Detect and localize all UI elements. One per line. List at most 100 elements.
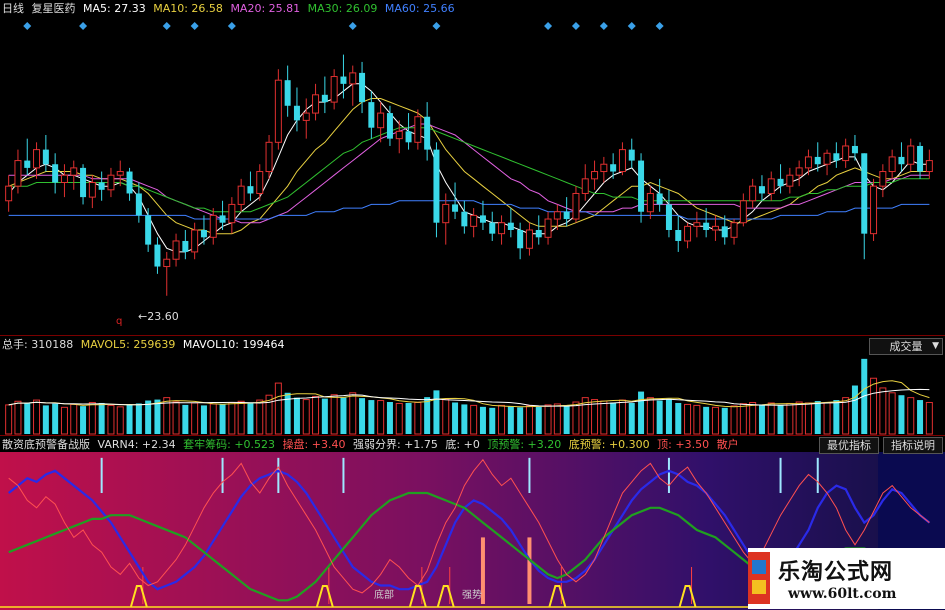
- volume-bar: [498, 404, 506, 435]
- best-indicator-button[interactable]: 最优指标: [819, 437, 879, 454]
- low-marker: q: [116, 316, 123, 327]
- candle-body: [898, 156, 905, 165]
- indicator-help-button[interactable]: 指标说明: [883, 437, 943, 454]
- candle-body: [917, 145, 924, 172]
- signal-diamond: [162, 22, 171, 30]
- signal-diamond: [348, 22, 357, 30]
- volume-bar: [145, 400, 152, 434]
- candle-body: [154, 244, 161, 267]
- volume-bar: [767, 402, 775, 435]
- candle-body: [452, 204, 459, 212]
- candle-body: [591, 171, 599, 180]
- candle-body: [163, 258, 171, 268]
- candle-body: [340, 76, 347, 84]
- volume-bar: [517, 407, 524, 434]
- candle-body: [749, 185, 757, 202]
- candle-body: [656, 193, 663, 205]
- volume-bar: [479, 406, 486, 434]
- volume-bar: [395, 402, 403, 435]
- candle-body: [525, 229, 533, 249]
- volume-bar: [693, 404, 701, 435]
- volume-bar: [80, 406, 87, 434]
- candle-body: [517, 230, 524, 249]
- candle-body: [312, 94, 320, 114]
- volume-bar: [553, 403, 561, 435]
- volume-bar: [628, 402, 635, 434]
- candle-body: [739, 200, 747, 224]
- volume-indicator-select[interactable]: 成交量 ▼: [869, 338, 943, 355]
- volume-bar: [721, 407, 728, 434]
- candle-body: [563, 211, 570, 220]
- volume-bar: [665, 398, 672, 434]
- signal-diamond: [544, 22, 553, 30]
- candle-body: [302, 112, 310, 121]
- volume-bar: [842, 397, 850, 435]
- volume-bar: [646, 397, 654, 435]
- volume-bar: [879, 387, 887, 435]
- candlestick-chart[interactable]: [0, 0, 945, 335]
- indicator-header: 散资底预警备战版 VARN4: +2.34 套牢筹码: +0.523 操盘: +…: [2, 438, 743, 452]
- candle-body: [693, 222, 701, 227]
- candle-body: [489, 222, 496, 234]
- low-price-value: 23.60: [147, 310, 179, 323]
- candle-body: [200, 230, 207, 238]
- candle-body: [618, 149, 626, 173]
- volume-bar: [656, 400, 663, 434]
- candle-body: [5, 185, 13, 202]
- candle-body: [330, 76, 338, 103]
- candle-body: [833, 153, 840, 161]
- candle-body: [851, 145, 858, 154]
- candle-body: [145, 215, 152, 245]
- volume-bar: [870, 377, 878, 435]
- kline-panel[interactable]: 日线 复星医药 MA5: 27.33 MA10: 26.58 MA20: 25.…: [0, 0, 945, 335]
- volume-bar: [52, 403, 59, 434]
- volume-bar: [256, 399, 264, 435]
- volume-bar: [24, 402, 31, 434]
- volume-bar: [302, 399, 310, 435]
- volume-bar: [786, 402, 794, 435]
- total-volume: 总手: 310188: [2, 338, 74, 351]
- candle-body: [42, 149, 49, 165]
- volume-bar: [452, 402, 459, 434]
- volume-bar: [386, 402, 393, 434]
- candle-body: [405, 131, 412, 143]
- candle-body: [442, 203, 450, 224]
- volume-bar: [544, 404, 552, 435]
- candle-body: [256, 171, 264, 194]
- volume-select-label: 成交量: [889, 340, 923, 353]
- volume-bar: [749, 401, 757, 435]
- candle-body: [52, 164, 59, 183]
- candle-body: [581, 178, 589, 194]
- volume-panel[interactable]: 总手: 310188 MAVOL5: 259639 MAVOL10: 19946…: [0, 335, 945, 436]
- candle-body: [135, 193, 142, 216]
- candle-body: [507, 222, 514, 230]
- candle-body: [274, 79, 282, 143]
- signal-diamond: [79, 22, 88, 30]
- volume-bar: [14, 400, 22, 435]
- candle-body: [675, 230, 682, 241]
- candle-body: [842, 145, 850, 162]
- candle-body: [172, 240, 180, 260]
- candle-body: [804, 156, 812, 169]
- candle-body: [80, 167, 87, 198]
- candle-body: [610, 164, 617, 172]
- volume-bar: [563, 405, 570, 434]
- volume-bar: [368, 400, 375, 434]
- kline-header: 日线 复星医药 MA5: 27.33 MA10: 26.58 MA20: 25.…: [2, 2, 459, 16]
- candle-body: [665, 204, 672, 230]
- volume-bar: [684, 403, 692, 435]
- candle-body: [433, 149, 440, 223]
- volume-bar: [711, 406, 719, 435]
- volume-bar: [442, 399, 450, 435]
- volume-bar: [777, 404, 784, 434]
- retail-label: 散户: [716, 438, 739, 451]
- candle-body: [684, 225, 692, 242]
- candle-body: [424, 116, 431, 150]
- candle-body: [14, 160, 22, 187]
- candle-body: [907, 145, 915, 165]
- bottom-warn-value: 底预警: +0.300: [568, 438, 650, 451]
- volume-bar: [154, 399, 161, 434]
- watermark-title: 乐淘公式网: [778, 560, 894, 585]
- volume-bar: [116, 406, 124, 435]
- volume-bar: [126, 404, 133, 434]
